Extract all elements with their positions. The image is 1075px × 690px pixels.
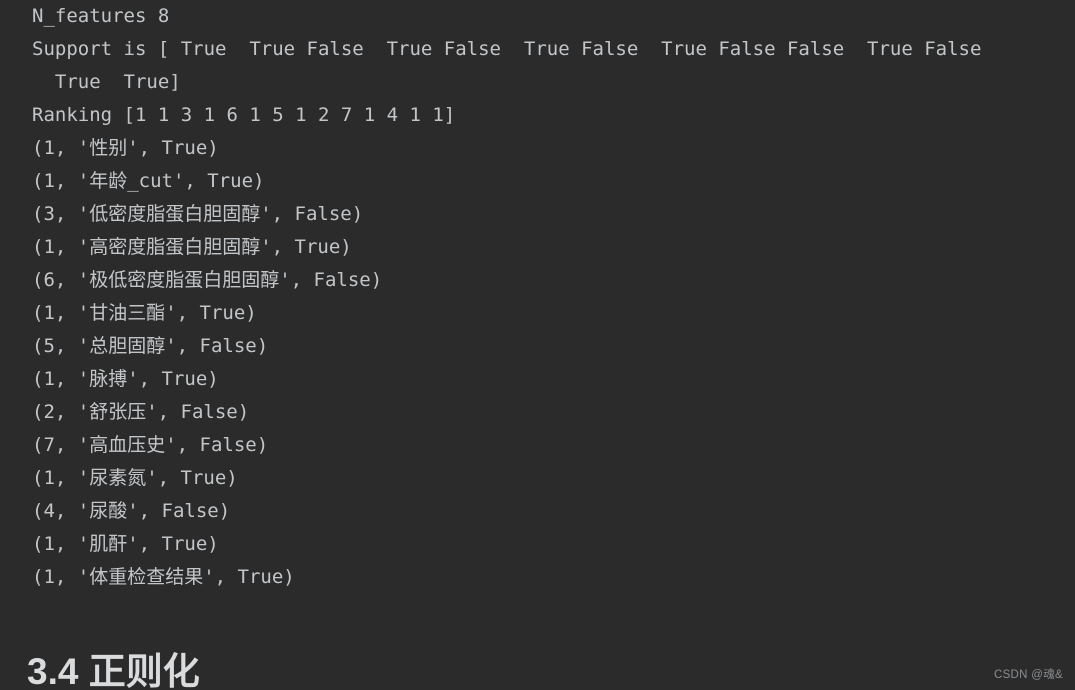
output-line: (3, '低密度脂蛋白胆固醇', False) — [32, 203, 364, 225]
console-output-page: { "theme": { "background": "#2b2b2b", "t… — [0, 0, 1075, 690]
output-line: True True] — [32, 71, 181, 93]
output-line: (1, '性别', True) — [32, 137, 219, 159]
output-line: (1, '年龄_cut', True) — [32, 170, 265, 192]
output-line: (1, '高密度脂蛋白胆固醇', True) — [32, 236, 352, 258]
output-line: (2, '舒张压', False) — [32, 401, 250, 423]
output-line: (1, '肌酐', True) — [32, 533, 219, 555]
output-line: Ranking [1 1 3 1 6 1 5 1 2 7 1 4 1 1] — [32, 104, 456, 126]
output-line: (6, '极低密度脂蛋白胆固醇', False) — [32, 269, 383, 291]
console-output-block: N_features 8 Support is [ True True Fals… — [32, 0, 1075, 594]
output-line: N_features 8 — [32, 5, 170, 27]
output-line: (7, '高血压史', False) — [32, 434, 269, 456]
output-line: (5, '总胆固醇', False) — [32, 335, 269, 357]
output-line: (1, '甘油三酯', True) — [32, 302, 257, 324]
section-heading: 3.4 正则化 — [27, 651, 200, 690]
output-line: (1, '体重检查结果', True) — [32, 566, 295, 588]
output-line: Support is [ True True False True False … — [32, 38, 982, 60]
output-line: (1, '尿素氮', True) — [32, 467, 238, 489]
csdn-watermark: CSDN @魂& — [993, 669, 1063, 681]
output-line: (1, '脉搏', True) — [32, 368, 219, 390]
section-heading-container: 3.4 正则化 — [27, 651, 627, 690]
output-line: (4, '尿酸', False) — [32, 500, 231, 522]
